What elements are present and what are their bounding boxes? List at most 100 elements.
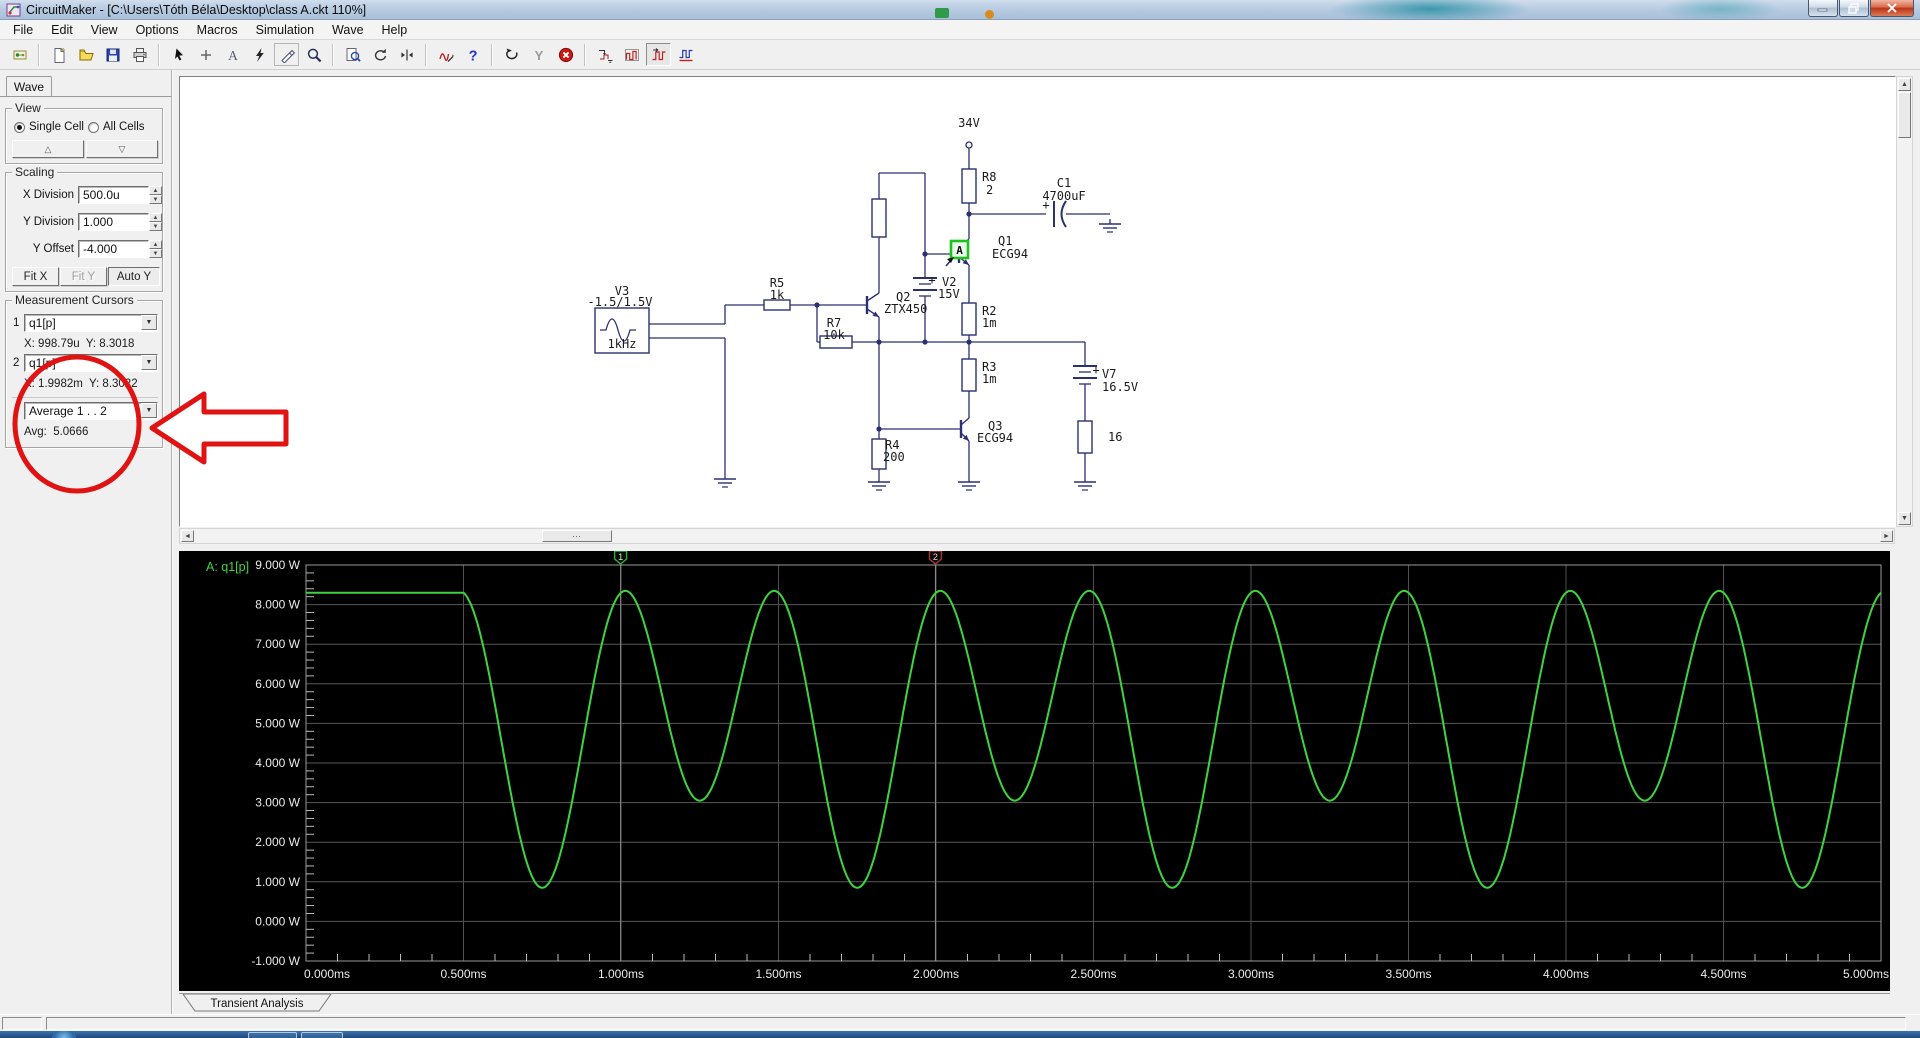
probe-y-tool-icon[interactable]: Y — [526, 43, 551, 66]
probe-tool-icon[interactable] — [274, 43, 299, 66]
svg-text:2: 2 — [933, 552, 938, 562]
taskbar-button[interactable] — [248, 1032, 297, 1038]
x-division-input[interactable]: 500.0u — [78, 186, 149, 204]
menu-item-simulation[interactable]: Simulation — [247, 21, 323, 39]
zoom-tool-icon[interactable] — [301, 43, 326, 66]
schematic-label: 16 — [1108, 430, 1122, 444]
cursor-2-dropdown-icon[interactable]: ▼ — [141, 355, 157, 370]
y-division-spinner[interactable]: ▲ ▼ — [149, 213, 162, 231]
single-cell-label: Single Cell — [29, 121, 84, 133]
start-orb[interactable] — [52, 1031, 76, 1038]
hscroll-thumb[interactable]: ⋯ — [542, 530, 612, 542]
wallpaper-blob — [985, 10, 994, 19]
cell-down-button[interactable]: ▽ — [86, 140, 158, 158]
zoom-window-tool-icon[interactable] — [340, 43, 365, 66]
auto-y-button[interactable]: Auto Y — [108, 267, 160, 286]
transient-run-icon[interactable] — [646, 43, 671, 66]
menu-item-wave[interactable]: Wave — [323, 21, 373, 39]
fit-y-button[interactable]: Fit Y — [60, 267, 107, 286]
cursor-2-signal-select[interactable]: q1[p] ▼ — [24, 354, 158, 372]
menu-item-view[interactable]: View — [82, 21, 127, 39]
main-area: A 34V R8 2 C1 4700uF + Q1 ECG94 + V2 15V R2 1m R3 1m + V7… — [172, 70, 1920, 1014]
transient-analysis-tab[interactable]: Transient Analysis — [181, 994, 401, 1013]
new-file-icon[interactable] — [46, 43, 71, 66]
y-tick-label: 4.000 W — [255, 756, 300, 770]
scroll-down-icon[interactable]: ▼ — [1898, 512, 1911, 525]
schematic-label: R8 — [982, 170, 996, 184]
schematic-label: 1m — [982, 316, 996, 330]
cursor-2-index: 2 — [13, 357, 20, 369]
schematic-drawing: A34VR82 C14700uF+Q1ECG94+ V215VR21mR31m+ V7… — [587, 116, 1138, 491]
y-offset-input[interactable]: -4.000 — [78, 240, 149, 258]
print-icon[interactable] — [127, 43, 152, 66]
menu-item-file[interactable]: File — [4, 21, 42, 39]
single-cell-radio[interactable] — [14, 122, 25, 133]
restore-button[interactable] — [1839, 0, 1869, 17]
reset-simulation-icon[interactable] — [499, 43, 524, 66]
x-tick-label: 5.000ms — [1843, 967, 1889, 981]
schematic-label: 1m — [982, 372, 996, 386]
y-offset-spinner[interactable]: ▲ ▼ — [149, 240, 162, 258]
schematic-label: 15V — [938, 287, 960, 301]
analog-analyses-icon[interactable] — [619, 43, 644, 66]
scroll-left-icon[interactable]: ◄ — [181, 530, 194, 542]
select-cursor-tool-icon[interactable] — [166, 43, 191, 66]
mixed-mode-simulation-icon[interactable] — [433, 43, 458, 66]
scroll-up-icon[interactable]: ▲ — [1898, 78, 1911, 91]
schematic-label: Q1 — [998, 234, 1012, 248]
stop-simulation-icon[interactable] — [553, 43, 578, 66]
transient-analysis-tab-label[interactable]: Transient Analysis — [211, 998, 304, 1010]
menu-item-macros[interactable]: Macros — [188, 21, 247, 39]
cursor-1-signal-select[interactable]: q1[p] ▼ — [24, 314, 158, 332]
fit-x-button[interactable]: Fit X — [12, 267, 59, 286]
save-file-icon[interactable] — [100, 43, 125, 66]
schematic-label: ECG94 — [992, 247, 1028, 261]
close-button[interactable] — [1870, 0, 1914, 17]
schematic-vscrollbar[interactable]: ▲ ▼ — [1896, 76, 1913, 527]
waveform-panel[interactable]: 9.000 W 8.000 W 7.000 W 6.000 W 5.000 W 4.000… — [179, 550, 1890, 991]
schematic-label: + — [1092, 363, 1099, 377]
svg-text:A: A — [956, 244, 963, 257]
schematic-capture-tool-icon[interactable] — [7, 43, 32, 66]
help-icon[interactable]: ? — [460, 43, 485, 66]
schematic-label: 34V — [958, 116, 980, 130]
tab-wave[interactable]: Wave — [6, 76, 52, 97]
rotate-tool-icon[interactable] — [367, 43, 392, 66]
mirror-tool-icon[interactable] — [394, 43, 419, 66]
schematic-hscrollbar[interactable]: ◄ ⋯ ► — [179, 528, 1895, 544]
x-division-spinner[interactable]: ▲ ▼ — [149, 186, 162, 204]
open-file-icon[interactable] — [73, 43, 98, 66]
schematic-label: 2 — [986, 183, 993, 197]
cursor-1-dropdown-icon[interactable]: ▼ — [141, 315, 157, 330]
wire-tool-icon[interactable] — [247, 43, 272, 66]
svg-text:A: A — [228, 48, 238, 63]
y-division-input[interactable]: 1.000 — [78, 213, 149, 231]
digital-analyses-icon[interactable] — [673, 43, 698, 66]
y-tick-label: 2.000 W — [255, 835, 300, 849]
schematic-canvas[interactable]: A 34V R8 2 C1 4700uF + Q1 ECG94 + V2 15V R2 1m R3 1m + V7… — [179, 76, 1896, 527]
average-dropdown-icon[interactable]: ▼ — [141, 403, 157, 418]
text-tool-icon[interactable]: A — [220, 43, 245, 66]
status-cell-main — [46, 1017, 1906, 1030]
svg-text:1: 1 — [618, 552, 623, 562]
vscroll-thumb[interactable] — [1898, 92, 1911, 138]
wallpaper-blob — [1660, 0, 1780, 22]
x-tick-label: 0.000ms — [304, 967, 350, 981]
place-part-tool-icon[interactable] — [193, 43, 218, 66]
menu-item-help[interactable]: Help — [373, 21, 417, 39]
minimize-button[interactable] — [1808, 0, 1838, 17]
all-cells-radio[interactable] — [88, 122, 99, 133]
cell-up-button[interactable]: △ — [12, 140, 84, 158]
menu-item-edit[interactable]: Edit — [42, 21, 82, 39]
y-tick-label: 9.000 W — [255, 558, 300, 572]
y-division-label: Y Division — [23, 216, 74, 228]
scroll-right-icon[interactable]: ► — [1880, 530, 1893, 542]
waveform-plot: 9.000 W 8.000 W 7.000 W 6.000 W 5.000 W 4.000… — [179, 550, 1890, 991]
window-title: CircuitMaker - [C:\Users\Tóth Béla\Deskt… — [26, 3, 367, 17]
average-mode-select[interactable]: Average 1 . . 2 ▼ — [24, 402, 158, 420]
menu-item-options[interactable]: Options — [127, 21, 188, 39]
analog-setup-icon[interactable] — [592, 43, 617, 66]
status-cell-left — [2, 1017, 42, 1030]
average-mode: Average 1 . . 2 — [29, 404, 107, 418]
taskbar-button[interactable] — [301, 1032, 343, 1038]
